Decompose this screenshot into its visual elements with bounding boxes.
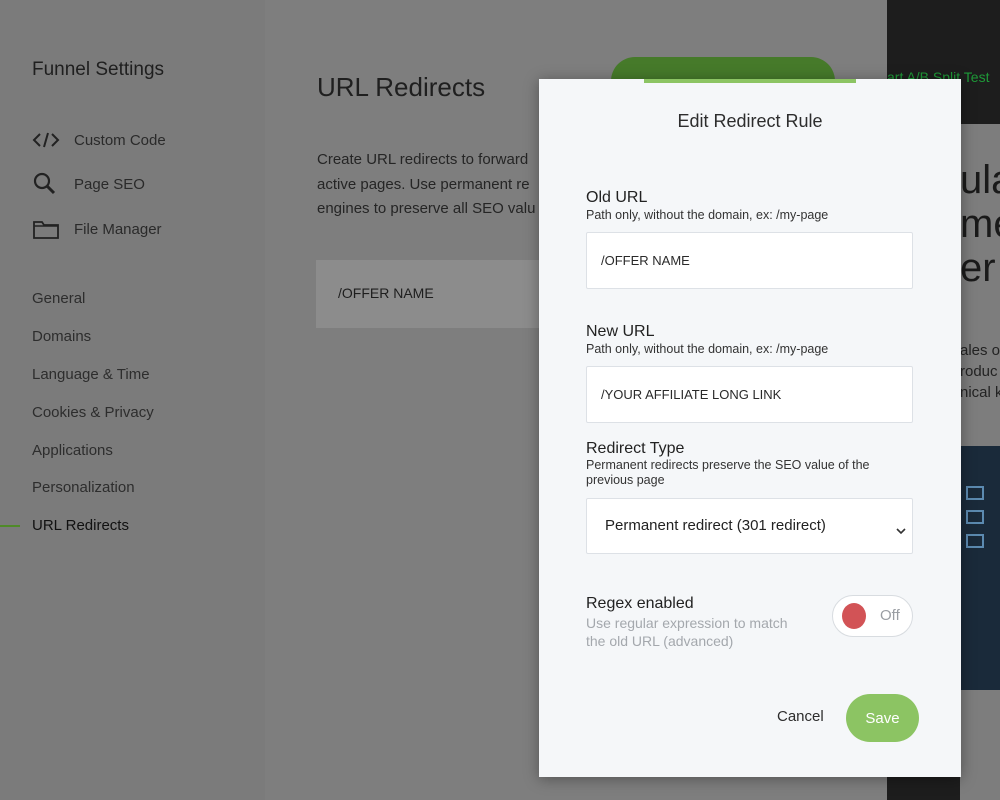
page-title: URL Redirects bbox=[317, 72, 486, 102]
sidebar-item-label: Custom Code bbox=[74, 131, 166, 149]
preview-headline-line: er D bbox=[960, 246, 1000, 290]
sidebar-item-general[interactable]: General bbox=[32, 290, 85, 307]
modal-accent-bar bbox=[644, 79, 856, 83]
sidebar-item-applications[interactable]: Applications bbox=[32, 442, 113, 459]
edit-redirect-modal: Edit Redirect Rule Old URL Path only, wi… bbox=[539, 79, 961, 777]
preview-body-line: roduc bbox=[960, 363, 998, 380]
toggle-knob bbox=[842, 603, 866, 629]
preview-body-line: ales o bbox=[960, 342, 1000, 359]
sidebar-item-custom-code[interactable]: Custom Code bbox=[32, 128, 166, 152]
preview-image-shape bbox=[966, 510, 984, 524]
description-line: active pages. Use permanent re bbox=[317, 175, 530, 193]
old-url-label: Old URL bbox=[586, 189, 648, 206]
redirect-type-hint: Permanent redirects preserve the SEO val… bbox=[586, 458, 870, 487]
sidebar-item-label: Page SEO bbox=[74, 175, 145, 193]
redirect-type-value: Permanent redirect (301 redirect) bbox=[605, 517, 826, 534]
page-description: Create URL redirects to forward active p… bbox=[317, 148, 547, 222]
old-url-input[interactable]: /OFFER NAME bbox=[586, 232, 913, 289]
regex-toggle[interactable]: Off bbox=[832, 595, 913, 637]
regex-label: Regex enabled bbox=[586, 595, 694, 612]
sidebar-item-file-manager[interactable]: File Manager bbox=[32, 217, 162, 241]
old-url-value: /OFFER NAME bbox=[601, 253, 690, 268]
chevron-down-icon bbox=[896, 522, 906, 540]
sidebar-item-label: File Manager bbox=[74, 220, 162, 238]
preview-image bbox=[960, 446, 1000, 690]
sidebar-item-page-seo[interactable]: Page SEO bbox=[32, 172, 145, 196]
preview-body: ales o roduc nical k bbox=[960, 340, 1000, 403]
preview-headline-line: me bbox=[960, 202, 1000, 246]
page-preview: ula me er D ales o roduc nical k bbox=[960, 124, 1000, 800]
new-url-label: New URL bbox=[586, 323, 655, 340]
redirect-row[interactable]: /OFFER NAME bbox=[316, 260, 576, 328]
regex-hint: Use regular expression to match the old … bbox=[586, 615, 788, 649]
sidebar-item-domains[interactable]: Domains bbox=[32, 328, 91, 345]
sidebar-item-cookies-privacy[interactable]: Cookies & Privacy bbox=[32, 404, 154, 421]
preview-image-shape bbox=[966, 534, 984, 548]
new-url-input[interactable]: /YOUR AFFILIATE LONG LINK bbox=[586, 366, 913, 423]
description-line: engines to preserve all SEO valu bbox=[317, 200, 536, 217]
preview-headline-line: ula bbox=[960, 158, 1000, 202]
redirect-type-select[interactable]: Permanent redirect (301 redirect) bbox=[586, 498, 913, 554]
search-icon bbox=[32, 172, 62, 196]
sidebar: Funnel Settings Custom Code Page SEO Fil… bbox=[0, 0, 265, 800]
folder-icon bbox=[32, 217, 62, 241]
redirect-type-label: Redirect Type bbox=[586, 440, 685, 457]
redirect-row-label: /OFFER NAME bbox=[338, 285, 434, 301]
sidebar-item-personalization[interactable]: Personalization bbox=[32, 479, 135, 496]
active-nav-indicator bbox=[0, 525, 20, 527]
cancel-button[interactable]: Cancel bbox=[777, 708, 824, 725]
new-url-value: /YOUR AFFILIATE LONG LINK bbox=[601, 387, 782, 402]
preview-headline: ula me er D bbox=[960, 158, 1000, 290]
modal-title: Edit Redirect Rule bbox=[677, 111, 823, 131]
toggle-state: Off bbox=[880, 607, 900, 624]
sidebar-title: Funnel Settings bbox=[32, 59, 165, 80]
description-line: Create URL redirects to forward bbox=[317, 151, 529, 168]
new-url-hint: Path only, without the domain, ex: /my-p… bbox=[586, 342, 829, 356]
sidebar-item-url-redirects[interactable]: URL Redirects bbox=[32, 517, 129, 534]
code-icon bbox=[32, 128, 62, 152]
preview-image-shape bbox=[966, 486, 984, 500]
old-url-hint: Path only, without the domain, ex: /my-p… bbox=[586, 208, 829, 222]
save-button[interactable]: Save bbox=[846, 694, 919, 742]
preview-body-line: nical k bbox=[960, 384, 1000, 401]
sidebar-item-language-time[interactable]: Language & Time bbox=[32, 366, 150, 383]
